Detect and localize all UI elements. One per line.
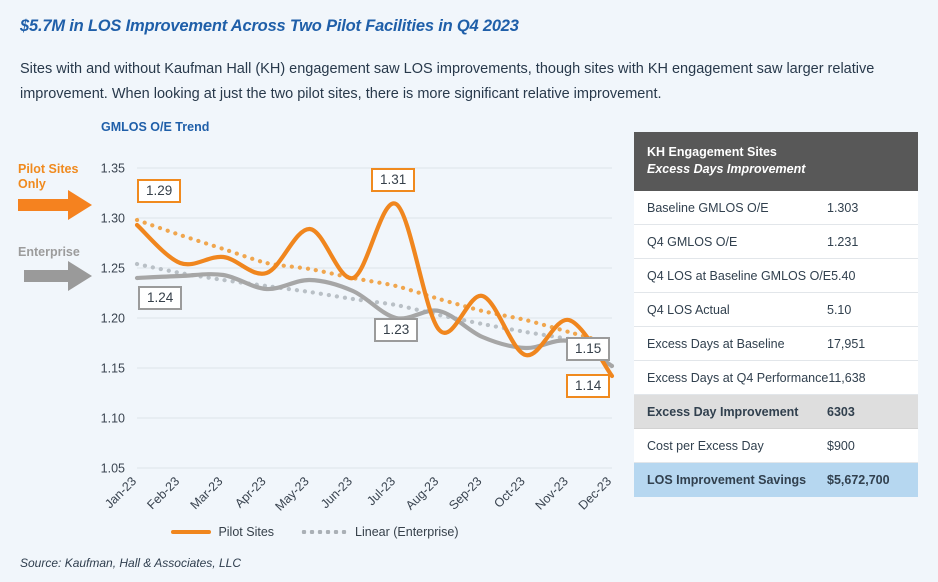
table-header-line1: KH Engagement Sites (647, 145, 777, 159)
table-row-label: Cost per Excess Day (647, 438, 764, 453)
legend-label-linear-enterprise: Linear (Enterprise) (355, 525, 459, 539)
callout-enterprise-mid: 1.23 (374, 318, 419, 342)
y-axis-tick-label: 1.25 (101, 262, 125, 276)
table-row-value: 6303 (827, 404, 855, 419)
legend-item-pilot-sites[interactable]: Pilot Sites (171, 525, 274, 539)
table-row-label: Excess Day Improvement (647, 404, 799, 419)
slide-canvas: $5.7M in LOS Improvement Across Two Pilo… (0, 0, 938, 582)
table-row-label: Q4 LOS at Baseline GMLOS O/E (647, 268, 832, 283)
y-axis-tick-label: 1.30 (101, 212, 125, 226)
table-row: Cost per Excess Day $900 (634, 429, 918, 463)
page-subtitle: Sites with and without Kaufman Hall (KH)… (20, 61, 875, 102)
page-title: $5.7M in LOS Improvement Across Two Pilo… (20, 17, 519, 35)
table-row: Excess Days at Q4 Performance 11,638 (634, 361, 918, 395)
table-row-value: 1.303 (827, 200, 859, 215)
table-row-label: LOS Improvement Savings (647, 473, 807, 487)
x-axis-tick-label: Oct-23 (491, 474, 527, 510)
gmlos-oe-trend-chart: 1.05 1.10 1.15 1.20 1.25 1.30 1.35 Jan-23 Feb-2… (0, 140, 630, 550)
x-axis-tick-label: Jul-23 (364, 474, 398, 508)
callout-enterprise-start: 1.24 (138, 286, 183, 310)
legend-swatch-solid-icon (171, 530, 212, 534)
legend-swatch-dotted-icon (300, 530, 349, 534)
table-row-value: $5,672,700 (827, 473, 890, 487)
table-header: KH Engagement Sites Excess Days Improvem… (634, 132, 918, 191)
table-row-label: Excess Days at Baseline (647, 336, 785, 351)
table-row: Excess Day Improvement 6303 (634, 395, 918, 429)
legend-item-linear-enterprise[interactable]: Linear (Enterprise) (300, 525, 459, 539)
x-axis-tick-label: Apr-23 (232, 474, 268, 510)
callout-enterprise-end: 1.15 (566, 337, 611, 361)
table-row-label: Q4 GMLOS O/E (647, 234, 738, 249)
x-axis-tick-label: Mar-23 (188, 474, 226, 512)
x-axis-tick-label: Aug-23 (403, 474, 441, 512)
chart-title: GMLOS O/E Trend (101, 120, 210, 134)
y-axis-tick-label: 1.20 (101, 312, 125, 326)
table-row: Q4 LOS at Baseline GMLOS O/E 5.40 (634, 259, 918, 293)
table-row-value: 11,638 (828, 370, 866, 385)
x-axis-tick-label: Dec-23 (576, 474, 614, 512)
table-row: Q4 GMLOS O/E 1.231 (634, 225, 918, 259)
table-row: Q4 LOS Actual 5.10 (634, 293, 918, 327)
table-row-value: 5.10 (827, 302, 852, 317)
y-axis-tick-label: 1.35 (101, 162, 125, 176)
callout-pilot-end: 1.14 (566, 374, 611, 398)
table-row-value: 1.231 (827, 234, 859, 249)
table-row-value: 5.40 (831, 268, 856, 283)
table-row: Excess Days at Baseline 17,951 (634, 327, 918, 361)
chart-plot: 1.05 1.10 1.15 1.20 1.25 1.30 1.35 Jan-23 Feb-2… (101, 162, 615, 514)
x-axis-tick-label: Sep-23 (446, 474, 484, 512)
kh-engagement-table: KH Engagement Sites Excess Days Improvem… (634, 132, 918, 497)
y-axis-tick-label: 1.15 (101, 362, 125, 376)
table-row: Baseline GMLOS O/E 1.303 (634, 191, 918, 225)
x-axis-tick-label: Jan-23 (102, 474, 139, 511)
table-row: LOS Improvement Savings $5,672,700 (634, 463, 918, 497)
x-axis-tick-label: Nov-23 (533, 474, 571, 512)
y-axis-tick-label: 1.10 (101, 412, 125, 426)
callout-pilot-start: 1.29 (137, 179, 182, 203)
chart-x-axis-labels: Jan-23 Feb-23 Mar-23 Apr-23 May-23 Jun-23 Jul-… (102, 474, 614, 513)
series-line-pilot-sites (134, 201, 615, 379)
x-axis-tick-label: May-23 (272, 474, 311, 513)
chart-legend: Pilot Sites Linear (Enterprise) (0, 525, 630, 539)
legend-label-pilot-sites: Pilot Sites (218, 525, 275, 539)
table-row-value: $900 (827, 438, 855, 453)
y-axis-tick-label: 1.05 (101, 462, 125, 476)
table-row-label: Baseline GMLOS O/E (647, 200, 769, 215)
table-body: Baseline GMLOS O/E 1.303 Q4 GMLOS O/E 1.231… (634, 191, 918, 497)
callout-pilot-peak: 1.31 (371, 168, 416, 192)
x-axis-tick-label: Jun-23 (318, 474, 355, 511)
table-row-value: 17,951 (827, 336, 866, 351)
table-row-label: Excess Days at Q4 Performance (647, 370, 829, 385)
chart-y-axis-labels: 1.05 1.10 1.15 1.20 1.25 1.30 1.35 (101, 162, 125, 476)
table-header-line2: Excess Days Improvement (647, 162, 806, 176)
chart-series (134, 201, 615, 379)
source-note: Source: Kaufman, Hall & Associates, LLC (20, 556, 241, 570)
x-axis-tick-label: Feb-23 (144, 474, 182, 512)
table-row-label: Q4 LOS Actual (647, 302, 730, 317)
